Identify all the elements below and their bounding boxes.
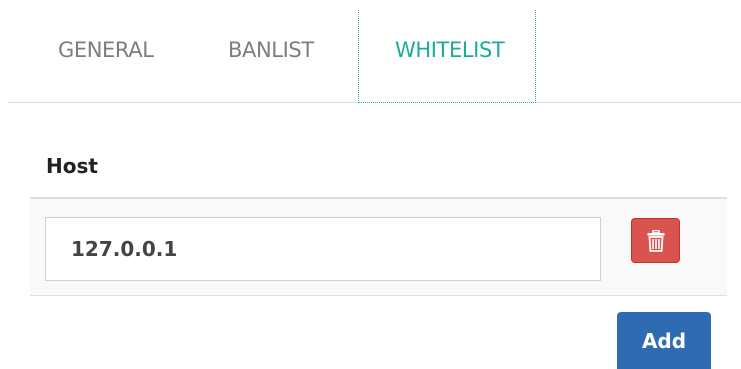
- host-row: [30, 197, 727, 296]
- tab-banlist[interactable]: BANLIST: [228, 38, 314, 62]
- tab-general[interactable]: GENERAL: [58, 38, 154, 62]
- add-host-button[interactable]: Add: [617, 312, 711, 369]
- trash-icon: [647, 229, 665, 252]
- host-input[interactable]: [45, 217, 601, 281]
- delete-host-button[interactable]: [631, 218, 680, 263]
- tab-whitelist[interactable]: WHITELIST: [358, 10, 536, 103]
- tab-bar: GENERAL BANLIST WHITELIST: [8, 0, 741, 103]
- host-column-header: Host: [46, 154, 98, 178]
- tab-whitelist-label: WHITELIST: [395, 38, 505, 62]
- whitelist-settings-panel: GENERAL BANLIST WHITELIST Host Add: [0, 0, 741, 369]
